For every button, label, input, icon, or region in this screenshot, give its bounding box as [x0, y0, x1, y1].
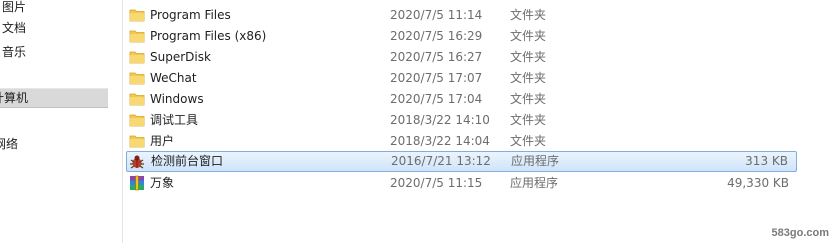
file-size: 313 KB	[745, 154, 788, 168]
file-name: 用户	[150, 134, 175, 148]
file-type: 文件夹	[510, 8, 547, 22]
file-date: 2020/7/5 17:07	[390, 71, 483, 85]
file-date: 2020/7/5 11:15	[390, 176, 483, 190]
file-type: 文件夹	[510, 134, 547, 148]
folder-icon	[129, 134, 145, 148]
file-date: 2020/7/5 16:27	[390, 50, 483, 64]
file-row[interactable]: SuperDisk 2020/7/5 16:27 文件夹	[126, 47, 797, 68]
nav-item-pictures[interactable]: 图片	[0, 0, 108, 15]
file-date: 2020/7/5 17:04	[390, 92, 483, 106]
file-name: 检测前台窗口	[151, 154, 224, 168]
file-name: 万象	[150, 176, 175, 190]
nav-item-music[interactable]: 音乐	[0, 44, 108, 60]
folder-icon	[129, 92, 145, 106]
file-type: 应用程序	[511, 154, 560, 168]
file-type: 文件夹	[510, 50, 547, 64]
file-date: 2016/7/21 13:12	[391, 154, 491, 168]
file-name: WeChat	[150, 71, 197, 85]
nav-item-computer[interactable]: 计算机	[0, 88, 108, 108]
file-date: 2018/3/22 14:10	[390, 113, 490, 127]
file-row[interactable]: WeChat 2020/7/5 17:07 文件夹	[126, 68, 797, 89]
rar-archive-icon	[129, 175, 145, 191]
nav-item-label: 网络	[0, 137, 19, 151]
bug-app-icon	[129, 154, 145, 169]
file-row[interactable]: 万象 2020/7/5 11:15 应用程序 49,330 KB	[126, 173, 797, 194]
file-type: 文件夹	[510, 29, 547, 43]
navigation-pane: 图片 文档 音乐 计算机 网络	[0, 0, 112, 243]
file-date: 2020/7/5 11:14	[390, 8, 483, 22]
folder-icon	[129, 71, 145, 85]
file-name: Program Files (x86)	[150, 29, 267, 43]
file-name: Windows	[150, 92, 204, 106]
nav-item-network[interactable]: 网络	[0, 136, 102, 152]
nav-item-label: 音乐	[2, 45, 27, 59]
file-type: 文件夹	[510, 113, 547, 127]
nav-item-label: 图片	[2, 0, 27, 14]
explorer-window: 图片 文档 音乐 计算机 网络 Program Files 2020/7/5 1…	[0, 0, 833, 243]
nav-item-label: 文档	[2, 21, 27, 35]
folder-icon	[129, 8, 145, 22]
file-type: 应用程序	[510, 176, 559, 190]
file-date: 2020/7/5 16:29	[390, 29, 483, 43]
folder-icon	[129, 113, 145, 127]
nav-item-documents[interactable]: 文档	[0, 20, 108, 36]
file-name: 调试工具	[150, 113, 199, 127]
file-name: SuperDisk	[150, 50, 211, 64]
file-row[interactable]: 用户 2018/3/22 14:04 文件夹	[126, 131, 797, 152]
file-type: 文件夹	[510, 71, 547, 85]
file-row[interactable]: Windows 2020/7/5 17:04 文件夹	[126, 89, 797, 110]
file-list: Program Files 2020/7/5 11:14 文件夹 Program…	[123, 0, 833, 243]
folder-icon	[129, 29, 145, 43]
watermark: 583go.com	[771, 227, 829, 239]
file-name: Program Files	[150, 8, 231, 22]
folder-icon	[129, 50, 145, 64]
file-date: 2018/3/22 14:04	[390, 134, 490, 148]
file-size: 49,330 KB	[727, 176, 789, 190]
file-type: 文件夹	[510, 92, 547, 106]
file-row[interactable]: Program Files 2020/7/5 11:14 文件夹	[126, 5, 797, 26]
file-row[interactable]: Program Files (x86) 2020/7/5 16:29 文件夹	[126, 26, 797, 47]
file-row-selected[interactable]: 检测前台窗口 2016/7/21 13:12 应用程序 313 KB	[126, 151, 797, 172]
nav-item-label: 计算机	[0, 91, 29, 105]
file-row[interactable]: 调试工具 2018/3/22 14:10 文件夹	[126, 110, 797, 131]
